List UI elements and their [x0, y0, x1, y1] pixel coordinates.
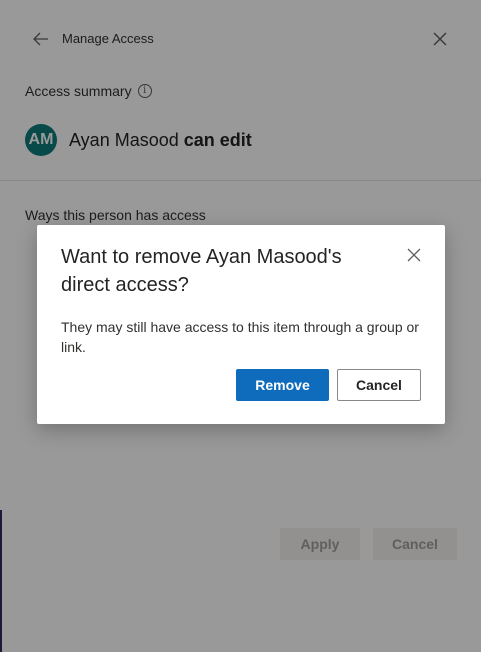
dialog-close-button[interactable] — [404, 245, 424, 265]
window-edge — [0, 510, 2, 652]
remove-access-dialog: Want to remove Ayan Masood's direct acce… — [37, 225, 445, 424]
cancel-button[interactable]: Cancel — [337, 369, 421, 401]
dialog-message: They may still have access to this item … — [61, 319, 419, 355]
remove-button[interactable]: Remove — [236, 369, 329, 401]
dialog-title: Want to remove Ayan Masood's direct acce… — [61, 246, 342, 296]
close-icon — [407, 248, 421, 262]
